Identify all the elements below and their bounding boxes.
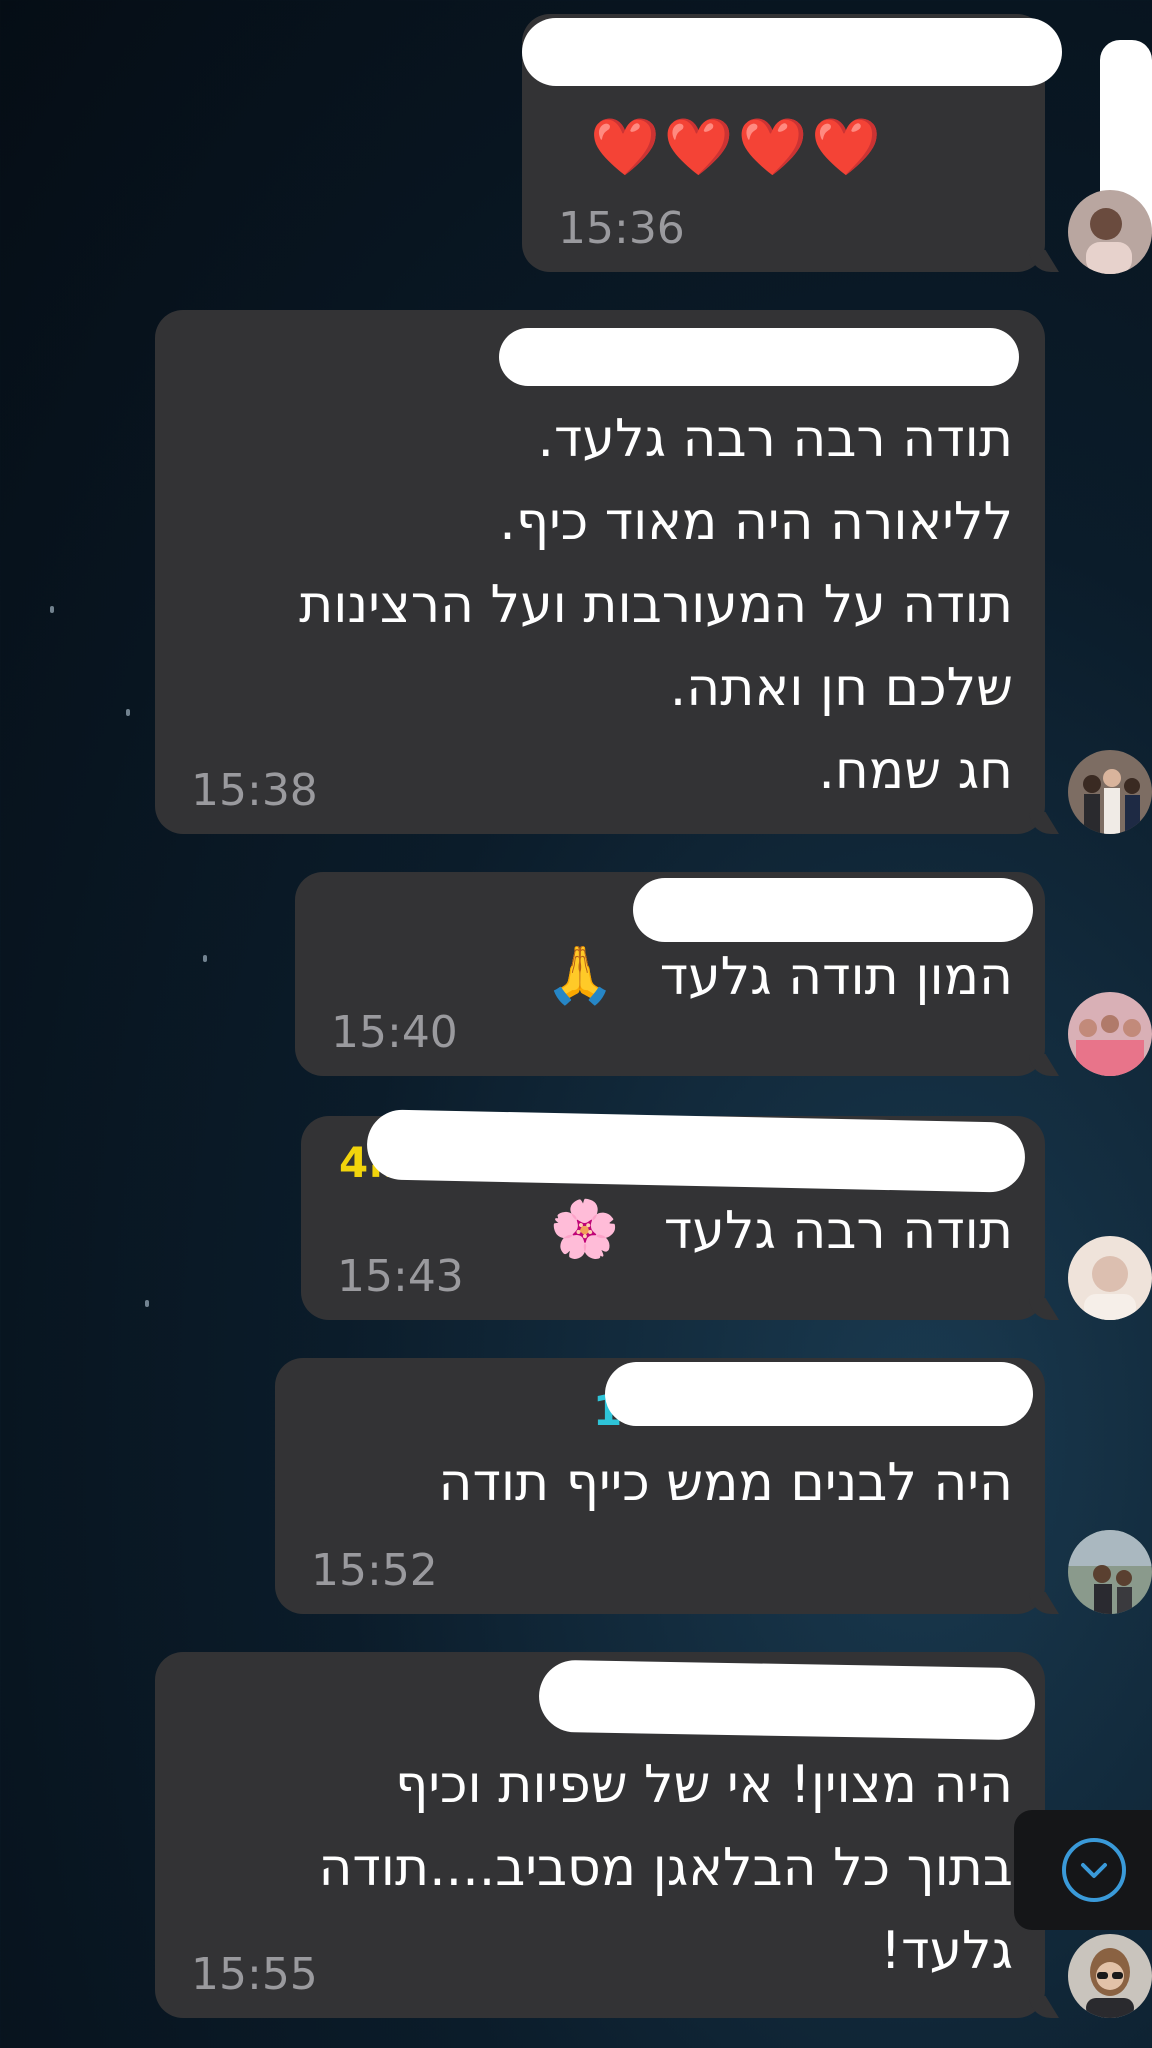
message-time: 15:36 [558, 203, 685, 254]
pray-emoji: 🙏 [545, 943, 616, 1008]
message-line-text: המון תודה גלעד [659, 947, 1013, 1007]
background-star [126, 709, 130, 716]
avatar-light-icon[interactable] [1068, 1236, 1152, 1320]
message-bubble[interactable]: תודה רבה רבה גלעד. לליאורה היה מאוד כיף.… [155, 310, 1045, 834]
message-bubble[interactable]: המון תודה גלעד 🙏 15:40 [295, 872, 1045, 1076]
background-star [50, 606, 54, 613]
message-line: המון תודה גלעד 🙏 [529, 934, 1013, 1019]
redaction-mark [522, 18, 1062, 86]
message-line: תודה רבה גלעד 🌸 [534, 1188, 1013, 1273]
message-line: היה מצוין! אי של שפיות וכיף [395, 1755, 1013, 1815]
message-line: תודה על המעורבות ועל הרצינות [299, 575, 1013, 635]
redaction-mark [499, 328, 1019, 386]
message-line: תודה רבה רבה גלעד. [537, 409, 1013, 469]
background-star [145, 1300, 149, 1307]
message-text: היה לבנים ממש כייף תודה [439, 1442, 1013, 1525]
message-line: גלעד! [880, 1921, 1013, 1981]
message-bubble[interactable]: 4ה תודה רבה גלעד 🌸 15:43 [301, 1109, 1045, 1320]
background-star [203, 955, 207, 962]
redaction-mark [366, 1109, 1026, 1193]
chevron-down-icon [1062, 1838, 1126, 1902]
message-bubble[interactable]: 1 היה לבנים ממש כייף תודה 15:52 [275, 1358, 1045, 1614]
redaction-mark [605, 1362, 1033, 1426]
message-time: 15:38 [191, 765, 318, 816]
message-text: היה מצוין! אי של שפיות וכיף בתוך כל הבלא… [318, 1744, 1013, 1993]
avatar-outdoor-icon[interactable] [1068, 1530, 1152, 1614]
message-text: המון תודה גלעד 🙏 [529, 934, 1013, 1019]
message-text: ❤️❤️❤️❤️ [590, 106, 885, 189]
avatar-family-icon[interactable] [1068, 750, 1152, 834]
message-text: תודה רבה גלעד 🌸 [534, 1188, 1013, 1273]
avatar-woman-icon[interactable] [1068, 190, 1152, 274]
message-line-text: תודה רבה גלעד [663, 1201, 1013, 1261]
message-bubble[interactable]: ❤️❤️❤️❤️ 15:36 [522, 14, 1062, 272]
message-time: 15:55 [191, 1949, 318, 2000]
avatar-sunglasses-icon[interactable] [1068, 1934, 1152, 2018]
message-line: חג שמח. [818, 741, 1013, 801]
redaction-mark [633, 878, 1033, 942]
scroll-to-bottom-button[interactable] [1014, 1810, 1152, 1930]
message-time: 15:40 [331, 1007, 458, 1058]
message-line: לליאורה היה מאוד כיף. [499, 492, 1013, 552]
heart-emoji: ❤️❤️❤️❤️ [590, 115, 885, 180]
message-time: 15:52 [311, 1545, 438, 1596]
redaction-mark [538, 1659, 1036, 1741]
message-line: בתוך כל הבלאגן מסביב....תודה [318, 1838, 1013, 1898]
message-text: תודה רבה רבה גלעד. לליאורה היה מאוד כיף.… [299, 398, 1013, 813]
avatar-group-icon[interactable] [1068, 992, 1152, 1076]
cherry-blossom-emoji: 🌸 [549, 1197, 620, 1262]
message-line: היה לבנים ממש כייף תודה [438, 1453, 1013, 1513]
message-bubble[interactable]: היה מצוין! אי של שפיות וכיף בתוך כל הבלא… [155, 1652, 1045, 2018]
message-line: שלכם חן ואתה. [669, 658, 1013, 718]
message-time: 15:43 [337, 1251, 464, 1302]
